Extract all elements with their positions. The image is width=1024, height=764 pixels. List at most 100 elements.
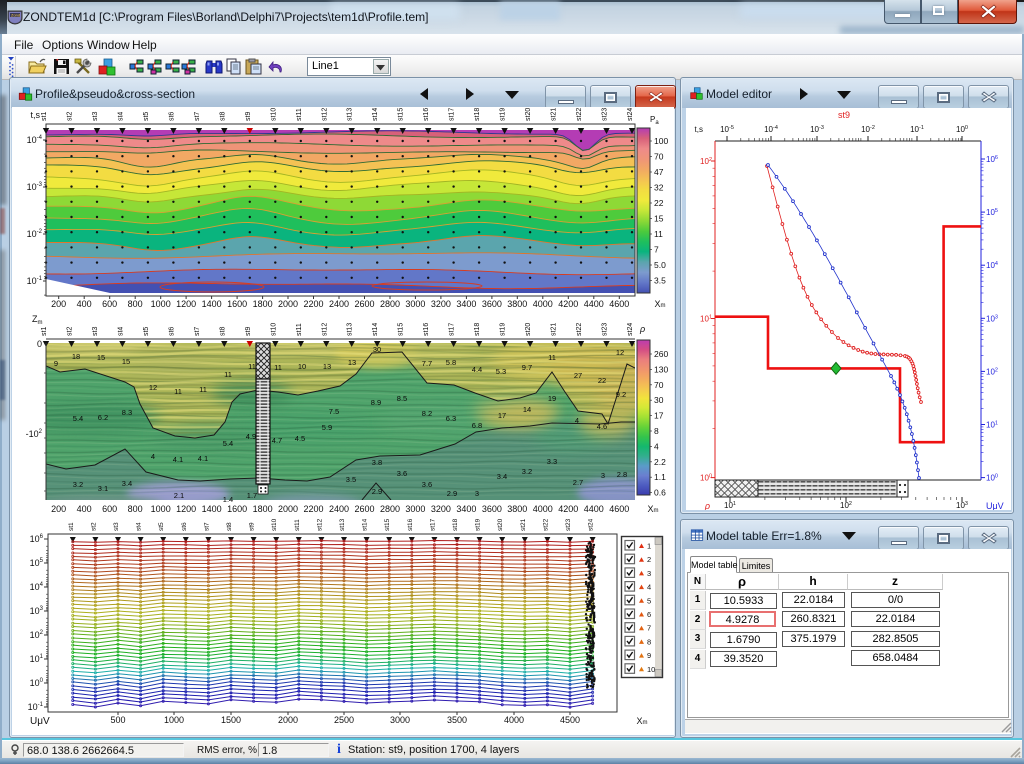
svg-text:st22: st22: [576, 108, 583, 121]
svg-text:11: 11: [248, 362, 256, 371]
svg-text:4400: 4400: [584, 299, 604, 309]
svg-text:st1: st1: [41, 327, 48, 336]
svg-text:9.7: 9.7: [522, 363, 532, 372]
svg-text:3.5: 3.5: [346, 475, 356, 484]
svg-text:st13: st13: [347, 323, 354, 336]
svg-text:st22: st22: [542, 518, 549, 531]
svg-text:2400: 2400: [329, 504, 349, 514]
svg-text:st12: st12: [321, 323, 328, 336]
svg-text:st10: st10: [271, 518, 278, 531]
svg-text:7: 7: [647, 624, 651, 633]
svg-text:2200: 2200: [303, 299, 323, 309]
svg-text:3600: 3600: [482, 299, 502, 309]
svg-text:st13: st13: [347, 108, 354, 121]
svg-text:2.8: 2.8: [617, 470, 627, 479]
svg-text:Zm: Zm: [32, 314, 43, 326]
svg-text:1200: 1200: [176, 504, 196, 514]
svg-text:400: 400: [77, 504, 92, 514]
svg-text:1800: 1800: [253, 299, 273, 309]
svg-text:t,s: t,s: [695, 125, 703, 134]
svg-text:10-3: 10-3: [27, 182, 43, 192]
svg-text:st23: st23: [602, 108, 609, 121]
svg-text:2800: 2800: [380, 504, 400, 514]
svg-text:13: 13: [323, 362, 331, 371]
svg-text:st11: st11: [296, 323, 303, 336]
svg-text:1.1: 1.1: [654, 472, 666, 482]
svg-text:6.8: 6.8: [472, 421, 482, 430]
svg-text:st17: st17: [449, 108, 456, 121]
svg-text:4: 4: [575, 416, 579, 425]
svg-text:1600: 1600: [227, 504, 247, 514]
svg-text:st2: st2: [90, 522, 97, 531]
svg-text:st21: st21: [551, 108, 558, 121]
svg-text:13: 13: [348, 358, 356, 367]
svg-text:102: 102: [30, 630, 44, 640]
svg-text:5.4: 5.4: [73, 414, 83, 423]
svg-text:st9: st9: [249, 522, 256, 531]
svg-text:2600: 2600: [354, 504, 374, 514]
svg-text:Xm: Xm: [647, 504, 658, 514]
svg-text:st14: st14: [372, 108, 379, 121]
svg-text:8.2: 8.2: [422, 409, 432, 418]
svg-text:2200: 2200: [303, 504, 323, 514]
svg-text:2400: 2400: [329, 299, 349, 309]
svg-text:130: 130: [654, 364, 668, 374]
svg-text:10-2: 10-2: [27, 229, 43, 239]
svg-text:st5: st5: [143, 112, 150, 121]
svg-text:4000: 4000: [533, 299, 553, 309]
svg-text:103: 103: [30, 606, 44, 616]
svg-text:15: 15: [122, 357, 130, 366]
svg-text:1600: 1600: [227, 299, 247, 309]
svg-text:st20: st20: [525, 108, 532, 121]
svg-text:st4: st4: [117, 327, 124, 336]
svg-text:st15: st15: [398, 108, 405, 121]
svg-text:100: 100: [30, 678, 44, 688]
svg-text:st15: st15: [398, 323, 405, 336]
svg-text:10-4: 10-4: [27, 135, 43, 145]
svg-text:6.3: 6.3: [446, 414, 456, 423]
svg-text:4.4: 4.4: [472, 365, 482, 374]
svg-text:12: 12: [149, 383, 157, 392]
svg-text:2000: 2000: [278, 504, 298, 514]
svg-text:4500: 4500: [560, 715, 580, 725]
svg-text:7.7: 7.7: [422, 359, 432, 368]
svg-text:Xm: Xm: [654, 299, 665, 309]
svg-text:6.2: 6.2: [98, 413, 108, 422]
svg-text:t,s: t,s: [30, 110, 40, 120]
svg-text:600: 600: [102, 504, 117, 514]
svg-text:0.6: 0.6: [654, 488, 666, 498]
svg-text:2.9: 2.9: [372, 487, 382, 496]
svg-text:0: 0: [37, 339, 42, 349]
svg-text:st3: st3: [92, 327, 99, 336]
svg-text:4.5: 4.5: [295, 434, 305, 443]
svg-text:1.7: 1.7: [247, 491, 257, 500]
svg-text:st3: st3: [113, 522, 120, 531]
svg-text:4: 4: [151, 452, 155, 461]
svg-text:3.2: 3.2: [522, 467, 532, 476]
svg-text:4600: 4600: [609, 504, 629, 514]
svg-text:2.2: 2.2: [654, 457, 666, 467]
svg-text:st7: st7: [194, 112, 201, 121]
svg-text:st12: st12: [321, 108, 328, 121]
svg-text:11: 11: [654, 229, 663, 239]
svg-text:400: 400: [77, 299, 92, 309]
svg-text:ρ: ρ: [704, 501, 710, 510]
svg-text:st8: st8: [219, 112, 226, 121]
svg-text:3800: 3800: [507, 299, 527, 309]
svg-text:3.4: 3.4: [497, 472, 507, 481]
svg-text:18: 18: [72, 352, 80, 361]
svg-text:3800: 3800: [507, 504, 527, 514]
svg-text:3.4: 3.4: [122, 479, 132, 488]
svg-text:UμV: UμV: [30, 716, 50, 727]
svg-text:5.0: 5.0: [654, 260, 666, 270]
svg-text:st4: st4: [136, 522, 143, 531]
svg-text:1000: 1000: [151, 299, 171, 309]
svg-text:200: 200: [51, 504, 66, 514]
svg-text:6: 6: [647, 610, 651, 619]
svg-text:3.2: 3.2: [73, 480, 83, 489]
svg-text:4: 4: [654, 441, 659, 451]
svg-text:70: 70: [654, 380, 664, 390]
svg-text:st21: st21: [551, 323, 558, 336]
svg-text:4.9: 4.9: [246, 432, 256, 441]
svg-text:st24: st24: [588, 518, 595, 531]
